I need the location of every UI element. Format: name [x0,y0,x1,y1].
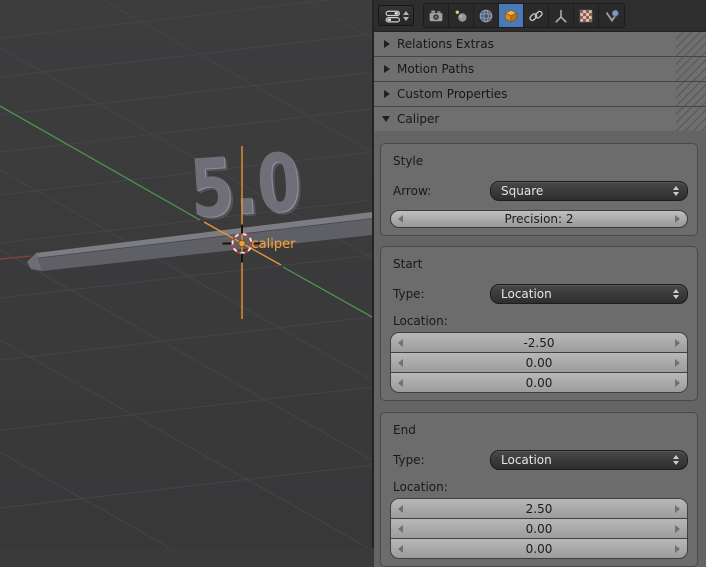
physics-icon [604,8,620,24]
start-location-label: Location: [393,314,688,328]
panel-drag-handle[interactable] [676,107,706,131]
panel-header-relations-extras[interactable]: Relations Extras [374,32,706,57]
tab-world[interactable] [474,4,499,27]
tab-render[interactable] [424,4,449,27]
scene-icon [453,8,469,24]
panel-drag-handle[interactable] [676,82,706,106]
3d-viewport[interactable]: 5.0 5.0 5.0 [0,0,372,548]
world-icon [478,8,494,24]
tab-texture[interactable] [574,4,599,27]
decrement-arrow-icon[interactable] [398,545,403,553]
start-location-y-field[interactable]: 0.00 [391,352,687,372]
properties-editor-icon [384,7,401,24]
svg-text:5.0: 5.0 [187,135,304,236]
start-type-value: Location [491,287,673,301]
start-location-fields: -2.50 0.00 0.00 [390,332,688,393]
decrement-arrow-icon[interactable] [398,215,403,223]
panel-title: Caliper [397,112,439,126]
dropdown-arrows-icon [673,289,679,299]
end-section-title: End [393,423,688,437]
decrement-arrow-icon[interactable] [398,339,403,347]
viewport-background [0,0,372,548]
panel-drag-handle[interactable] [676,32,706,56]
decrement-arrow-icon[interactable] [398,379,403,387]
panel-title: Relations Extras [397,37,494,51]
increment-arrow-icon[interactable] [675,545,680,553]
arrow-label: Arrow: [390,184,490,198]
panel-title: Motion Paths [397,62,474,76]
end-location-label: Location: [393,480,688,494]
expand-arrow-icon [384,65,390,73]
precision-value: Precision: 2 [504,212,573,226]
properties-editor: Relations Extras Motion Paths Custom Pro… [372,0,706,548]
decrement-arrow-icon[interactable] [398,359,403,367]
arrow-style-value: Square [491,184,673,198]
tab-object-data[interactable] [549,4,574,27]
panel-header-custom-properties[interactable]: Custom Properties [374,82,706,107]
editor-type-arrows-icon [403,11,409,21]
start-location-z-field[interactable]: 0.00 [391,372,687,392]
start-type-dropdown[interactable]: Location [490,284,688,304]
object-name-label: caliper [252,237,297,252]
end-location-x-field[interactable]: 2.50 [391,499,687,518]
object-origin[interactable] [239,240,246,247]
increment-arrow-icon[interactable] [675,379,680,387]
style-group-box: Style Arrow: Square Precision: 2 [380,143,698,236]
tab-object[interactable] [499,4,524,27]
tab-constraints[interactable] [524,4,549,27]
tab-scene[interactable] [449,4,474,27]
end-location-y-field[interactable]: 0.00 [391,518,687,538]
object-icon [503,8,519,24]
object-data-icon [553,8,569,24]
start-location-y-value: 0.00 [526,356,553,370]
panel-drag-handle[interactable] [676,57,706,81]
style-section-title: Style [393,154,688,168]
properties-panels: Relations Extras Motion Paths Custom Pro… [374,32,706,567]
start-location-x-value: -2.50 [523,336,554,350]
collapse-arrow-icon [382,116,390,122]
arrow-style-dropdown[interactable]: Square [490,181,688,201]
end-type-dropdown[interactable]: Location [490,450,688,470]
blender-window: 5.0 5.0 5.0 [0,0,706,548]
precision-slider[interactable]: Precision: 2 [390,210,688,228]
caliper-panel-body: Style Arrow: Square Precision: 2 [374,131,706,567]
tab-physics[interactable] [599,4,624,27]
type-label: Type: [390,453,490,467]
properties-tabs [423,3,625,28]
render-icon [428,8,444,24]
end-type-value: Location [491,453,673,467]
start-location-x-field[interactable]: -2.50 [391,333,687,352]
increment-arrow-icon[interactable] [675,525,680,533]
end-location-z-field[interactable]: 0.00 [391,538,687,558]
panel-header-motion-paths[interactable]: Motion Paths [374,57,706,82]
end-location-z-value: 0.00 [526,542,553,556]
increment-arrow-icon[interactable] [675,359,680,367]
expand-arrow-icon [384,90,390,98]
increment-arrow-icon[interactable] [675,339,680,347]
dropdown-arrows-icon [673,455,679,465]
increment-arrow-icon[interactable] [675,215,680,223]
properties-header-bar [374,0,706,32]
type-label: Type: [390,287,490,301]
viewport-canvas: 5.0 5.0 5.0 [0,0,372,548]
texture-icon [578,8,594,24]
decrement-arrow-icon[interactable] [398,525,403,533]
start-group-box: Start Type: Location Location: [380,246,698,401]
start-section-title: Start [393,257,688,271]
end-group-box: End Type: Location Location: [380,412,698,567]
panel-header-caliper[interactable]: Caliper [374,107,706,131]
constraints-icon [528,8,544,24]
end-location-y-value: 0.00 [526,522,553,536]
dropdown-arrows-icon [673,186,679,196]
end-location-fields: 2.50 0.00 0.00 [390,498,688,559]
increment-arrow-icon[interactable] [675,505,680,513]
start-location-z-value: 0.00 [526,376,553,390]
expand-arrow-icon [384,40,390,48]
decrement-arrow-icon[interactable] [398,505,403,513]
editor-type-selector[interactable] [378,5,414,26]
end-location-x-value: 2.50 [526,502,553,516]
panel-title: Custom Properties [397,87,507,101]
